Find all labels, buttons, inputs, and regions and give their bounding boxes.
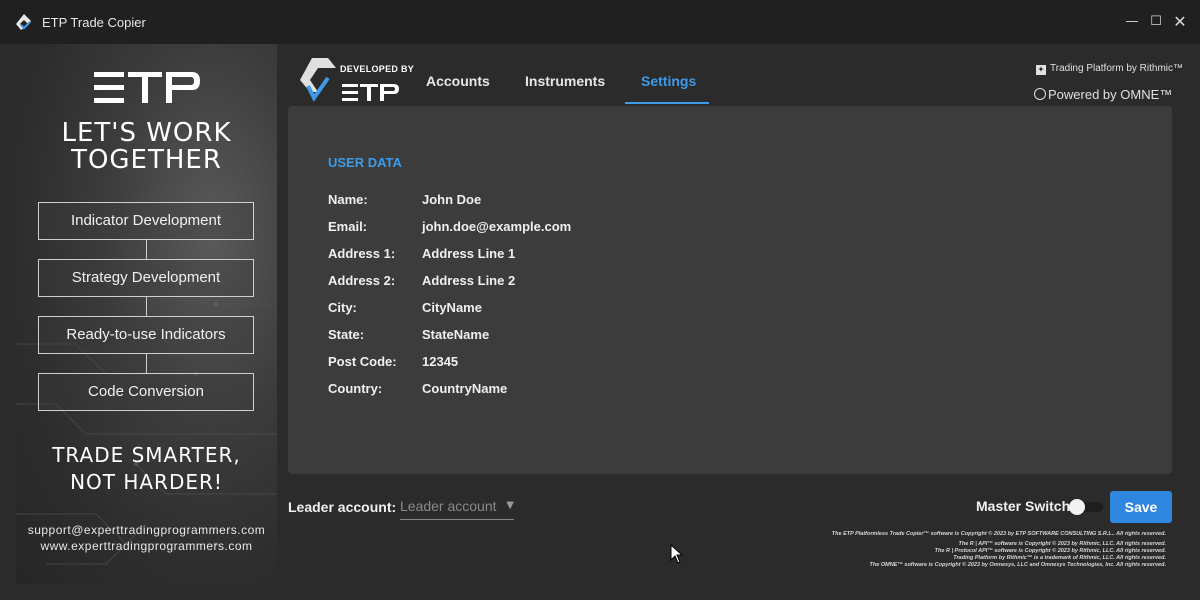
omne-icon xyxy=(1034,88,1046,100)
caret-down-icon: ▼ xyxy=(506,500,514,511)
app-logo-icon xyxy=(16,14,31,30)
user-data-title: USER DATA xyxy=(328,155,402,170)
tab-settings[interactable]: Settings xyxy=(641,73,696,89)
copyright-line: The ETP Platformless Trade Copier™ softw… xyxy=(831,531,1166,537)
address2-value: Address Line 2 xyxy=(422,273,516,288)
address1-label: Address 1: xyxy=(328,246,396,261)
copyright-line: The R | Protocol API™ software is Copyri… xyxy=(934,548,1166,554)
service-indicator-development[interactable]: Indicator Development xyxy=(38,202,254,240)
leader-account-placeholder: Leader account xyxy=(400,498,497,514)
address1-value: Address Line 1 xyxy=(422,246,516,261)
address2-label: Address 2: xyxy=(328,273,396,288)
state-value: StateName xyxy=(422,327,490,342)
support-email[interactable]: support@experttradingprogrammers.com xyxy=(16,523,277,537)
master-switch-toggle[interactable] xyxy=(1069,499,1103,515)
copyright-line: The R | API™ software is Copyright © 202… xyxy=(958,541,1166,547)
leader-account-select[interactable]: Leader account ▼ xyxy=(400,496,514,520)
omne-label: Powered by OMNE™ xyxy=(1048,87,1173,102)
omne-branding: Powered by OMNE™ xyxy=(1034,87,1172,102)
post-code-label: Post Code: xyxy=(328,354,397,369)
country-value: CountryName xyxy=(422,381,508,396)
master-switch-label: Master Switch xyxy=(976,498,1071,514)
slogan-line-2: NOT HARDER! xyxy=(70,470,223,494)
state-label: State: xyxy=(328,327,365,342)
name-value: John Doe xyxy=(422,192,482,207)
settings-panel: USER DATA Name: John Doe Email: john.doe… xyxy=(288,106,1172,474)
website-link[interactable]: www.experttradingprogrammers.com xyxy=(16,539,277,553)
rithmic-label: Trading Platform by Rithmic™ xyxy=(1050,63,1183,74)
mouse-cursor-icon xyxy=(670,544,684,564)
title-bar: ETP Trade Copier — ☐ ✕ xyxy=(0,0,1200,44)
service-connector xyxy=(146,240,147,259)
switch-knob xyxy=(1069,499,1085,515)
service-connector xyxy=(146,354,147,373)
headline-line-2: TOGETHER xyxy=(71,145,222,175)
promo-sidebar: LET'S WORK TOGETHER Indicator Developmen… xyxy=(16,44,277,584)
developed-by-label: DEVELOPED BY xyxy=(340,64,415,74)
country-label: Country: xyxy=(328,381,383,396)
tab-instruments[interactable]: Instruments xyxy=(525,73,605,89)
slogan-line-1: TRADE SMARTER, xyxy=(52,443,241,467)
name-label: Name: xyxy=(328,192,368,207)
service-ready-to-use-indicators[interactable]: Ready-to-use Indicators xyxy=(38,316,254,354)
service-connector xyxy=(146,297,147,316)
save-button[interactable]: Save xyxy=(1110,491,1172,523)
tab-accounts[interactable]: Accounts xyxy=(426,73,490,89)
email-label: Email: xyxy=(328,219,368,234)
leader-account-label: Leader account: xyxy=(288,499,397,515)
service-strategy-development[interactable]: Strategy Development xyxy=(38,259,254,297)
city-label: City: xyxy=(328,300,357,315)
window-title: ETP Trade Copier xyxy=(42,15,146,30)
minimize-button[interactable]: — xyxy=(1120,10,1144,34)
post-code-value: 12345 xyxy=(422,354,459,369)
city-value: CityName xyxy=(422,300,482,315)
rithmic-branding: ✦ Trading Platform by Rithmic™ xyxy=(1036,63,1183,75)
close-button[interactable]: ✕ xyxy=(1168,10,1192,34)
email-value: john.doe@example.com xyxy=(422,219,572,234)
service-code-conversion[interactable]: Code Conversion xyxy=(38,373,254,411)
copyright-line: Trading Platform by Rithmic™ is a tradem… xyxy=(953,555,1166,561)
rithmic-icon: ✦ xyxy=(1036,65,1046,75)
copyright-line: The OMNE™ software is Copyright © 2023 b… xyxy=(869,562,1166,568)
headline-line-1: LET'S WORK xyxy=(61,118,232,148)
maximize-button[interactable]: ☐ xyxy=(1144,10,1168,34)
active-tab-indicator xyxy=(625,102,709,104)
etp-developed-logo-icon xyxy=(300,58,399,102)
etp-logo-icon xyxy=(94,72,200,103)
